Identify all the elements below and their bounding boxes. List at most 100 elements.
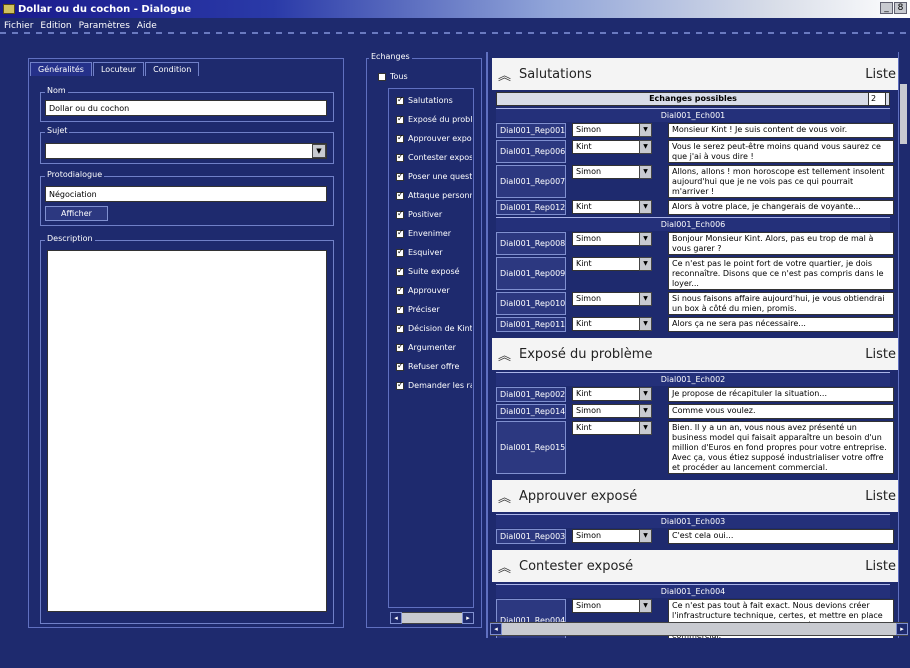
echange-checkbox-box[interactable]	[396, 286, 404, 295]
speaker-select[interactable]: Kint ▼	[572, 317, 652, 331]
speaker-dropdown-icon[interactable]: ▼	[639, 232, 652, 246]
speaker-dropdown-icon[interactable]: ▼	[639, 421, 652, 435]
replique-id[interactable]: Dial001_Rep002	[496, 387, 566, 402]
echange-checkbox[interactable]: Argumenter	[396, 343, 472, 352]
echange-checkbox[interactable]: Suite exposé	[396, 267, 472, 276]
hscroll-right-icon[interactable]: ▸	[896, 623, 908, 635]
echanges-spinner[interactable]: 2	[868, 92, 886, 106]
description-textarea[interactable]	[47, 250, 327, 612]
speaker-dropdown-icon[interactable]: ▼	[639, 257, 652, 271]
tab-condition[interactable]: Condition	[145, 62, 200, 76]
speaker-dropdown-icon[interactable]: ▼	[639, 123, 652, 137]
liste-toggle[interactable]: Liste	[865, 489, 896, 504]
speaker-select[interactable]: Simon ▼	[572, 529, 652, 543]
exchanges-hscrollbar[interactable]: ◂ ▸	[490, 622, 908, 636]
replique-id[interactable]: Dial001_Rep010	[496, 292, 566, 315]
replique-text[interactable]: C'est cela oui...	[668, 529, 894, 544]
replique-text[interactable]: Alors à votre place, je changerais de vo…	[668, 200, 894, 215]
echange-checkbox-box[interactable]	[396, 267, 404, 276]
replique-text[interactable]: Ce n'est pas le point fort de votre quar…	[668, 257, 894, 290]
collapse-chevron-icon[interactable]: ︽	[498, 345, 511, 364]
echange-checkbox-box[interactable]	[396, 305, 404, 314]
speaker-select[interactable]: Kint ▼	[572, 421, 652, 435]
replique-text[interactable]: Allons, allons ! mon horoscope est telle…	[668, 165, 894, 198]
speaker-select[interactable]: Simon ▼	[572, 232, 652, 246]
echange-checkbox-box[interactable]	[396, 381, 404, 390]
echange-checkbox-box[interactable]	[396, 115, 404, 124]
scroll-right-icon[interactable]: ▸	[462, 612, 474, 624]
exchanges-vscrollbar[interactable]	[898, 52, 908, 638]
echange-checkbox[interactable]: Attaque personn	[396, 191, 472, 200]
speaker-select[interactable]: Simon ▼	[572, 123, 652, 137]
hscroll-left-icon[interactable]: ◂	[490, 623, 502, 635]
menu-aide[interactable]: Aide	[137, 21, 157, 31]
echange-checkbox[interactable]: Décision de Kint	[396, 324, 472, 333]
echange-checkbox[interactable]: Approuver expos	[396, 134, 472, 143]
echange-checkbox[interactable]: Approuver	[396, 286, 472, 295]
echange-checkbox[interactable]: Positiver	[396, 210, 472, 219]
echange-checkbox-box[interactable]	[396, 229, 404, 238]
echange-checkbox-box[interactable]	[396, 172, 404, 181]
echange-checkbox[interactable]: Salutations	[396, 96, 472, 105]
speaker-dropdown-icon[interactable]: ▼	[639, 317, 652, 331]
replique-text[interactable]: Alors ça ne sera pas nécessaire...	[668, 317, 894, 332]
section-header[interactable]: ︽ Contester exposé Liste	[492, 550, 902, 582]
echange-checkbox[interactable]: Demander les ra	[396, 381, 472, 390]
speaker-dropdown-icon[interactable]: ▼	[639, 165, 652, 179]
speaker-select[interactable]: Simon ▼	[572, 404, 652, 418]
replique-id[interactable]: Dial001_Rep012	[496, 200, 566, 215]
echange-checkbox-box[interactable]	[396, 153, 404, 162]
speaker-dropdown-icon[interactable]: ▼	[639, 292, 652, 306]
restore-button[interactable]: 8	[894, 2, 907, 14]
speaker-dropdown-icon[interactable]: ▼	[639, 140, 652, 154]
echange-checkbox-box[interactable]	[396, 343, 404, 352]
speaker-select[interactable]: Simon ▼	[572, 165, 652, 179]
echange-checkbox-box[interactable]	[396, 362, 404, 371]
replique-id[interactable]: Dial001_Rep014	[496, 404, 566, 419]
liste-toggle[interactable]: Liste	[865, 67, 896, 82]
collapse-chevron-icon[interactable]: ︽	[498, 487, 511, 506]
speaker-dropdown-icon[interactable]: ▼	[639, 387, 652, 401]
sujet-select[interactable]	[45, 143, 327, 159]
nom-input[interactable]: Dollar ou du cochon	[45, 100, 327, 116]
speaker-dropdown-icon[interactable]: ▼	[639, 529, 652, 543]
replique-id[interactable]: Dial001_Rep015	[496, 421, 566, 474]
section-header[interactable]: ︽ Exposé du problème Liste	[492, 338, 902, 370]
echange-checkbox[interactable]: Contester expos	[396, 153, 472, 162]
speaker-select[interactable]: Simon ▼	[572, 292, 652, 306]
replique-id[interactable]: Dial001_Rep001	[496, 123, 566, 138]
tab-locuteur[interactable]: Locuteur	[92, 62, 145, 76]
replique-text[interactable]: Bien. Il y a un an, vous nous avez prése…	[668, 421, 894, 474]
replique-id[interactable]: Dial001_Rep006	[496, 140, 566, 163]
collapse-chevron-icon[interactable]: ︽	[498, 557, 511, 576]
menu-fichier[interactable]: Fichier	[4, 21, 33, 31]
replique-text[interactable]: Je propose de récapituler la situation..…	[668, 387, 894, 402]
speaker-select[interactable]: Kint ▼	[572, 200, 652, 214]
speaker-dropdown-icon[interactable]: ▼	[639, 599, 652, 613]
vscroll-thumb[interactable]	[900, 84, 907, 144]
minimize-button[interactable]: _	[880, 2, 893, 14]
speaker-select[interactable]: Kint ▼	[572, 140, 652, 154]
afficher-button[interactable]: Afficher	[45, 206, 108, 221]
liste-toggle[interactable]: Liste	[865, 347, 896, 362]
checkbox-tous[interactable]: Tous	[378, 72, 408, 81]
checklist-hscrollbar[interactable]: ◂ ▸	[390, 612, 474, 624]
echange-checkbox[interactable]: Refuser offre	[396, 362, 472, 371]
replique-text[interactable]: Comme vous voulez.	[668, 404, 894, 419]
echange-checkbox[interactable]: Poser une quest	[396, 172, 472, 181]
echange-checkbox[interactable]: Esquiver	[396, 248, 472, 257]
replique-text[interactable]: Monsieur Kint ! Je suis content de vous …	[668, 123, 894, 138]
liste-toggle[interactable]: Liste	[865, 559, 896, 574]
echange-checkbox-box[interactable]	[396, 96, 404, 105]
section-header[interactable]: ︽ Approuver exposé Liste	[492, 480, 902, 512]
scroll-left-icon[interactable]: ◂	[390, 612, 402, 624]
speaker-dropdown-icon[interactable]: ▼	[639, 200, 652, 214]
replique-id[interactable]: Dial001_Rep011	[496, 317, 566, 332]
echange-checkbox[interactable]: Préciser	[396, 305, 472, 314]
tab-generalites[interactable]: Généralités	[30, 62, 92, 76]
echange-checkbox[interactable]: Exposé du probl	[396, 115, 472, 124]
speaker-select[interactable]: Simon ▼	[572, 599, 652, 613]
echange-checkbox-box[interactable]	[396, 191, 404, 200]
menu-edition[interactable]: Edition	[40, 21, 71, 31]
echange-checkbox-box[interactable]	[396, 210, 404, 219]
